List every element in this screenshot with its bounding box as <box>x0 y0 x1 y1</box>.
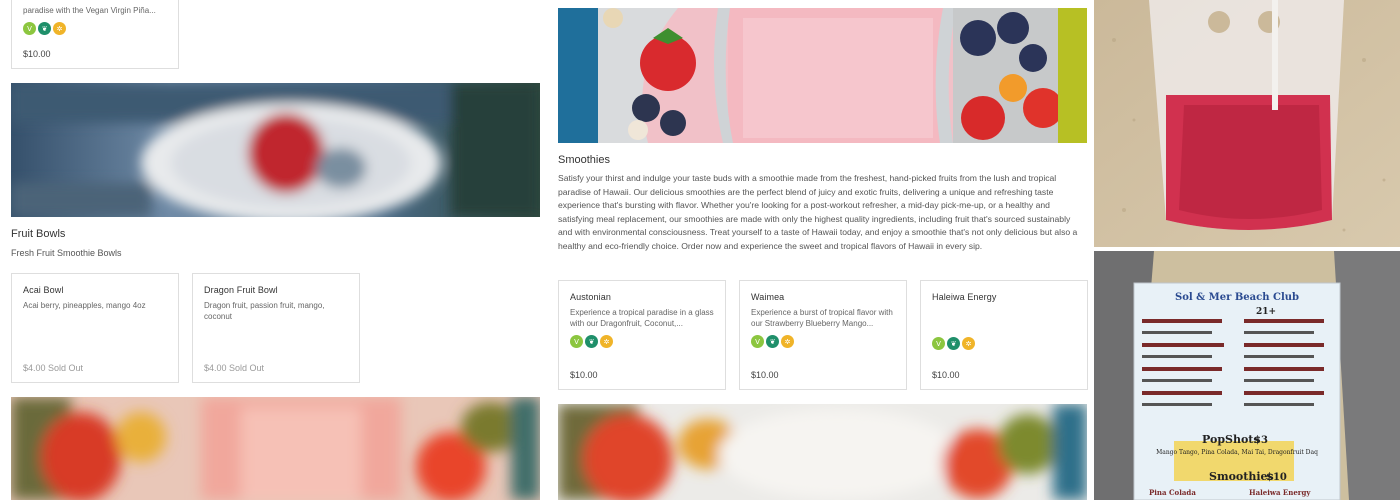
leaf-icon: ❦ <box>947 337 960 350</box>
menu-item-card-acai-bowl[interactable]: Acai Bowl Acai berry, pineapples, mango … <box>11 273 179 383</box>
section-banner-image-bottom-middle <box>558 404 1087 500</box>
menu-item-name: Acai Bowl <box>23 285 64 295</box>
menu-sign-smoothies-price: $10 <box>1266 472 1287 483</box>
menu-item-name: Dragon Fruit Bowl <box>204 285 278 295</box>
diet-badges: V ❦ ✲ <box>932 337 1076 350</box>
menu-item-card-dragon-fruit-bowl[interactable]: Dragon Fruit Bowl Dragon fruit, passion … <box>192 273 360 383</box>
right-column: Sol & Mer Beach Club 21+ PopShots $3 Man… <box>1094 0 1400 500</box>
menu-item-price: $4.00 Sold Out <box>204 363 265 373</box>
menu-item-description: Acai berry, pineapples, mango 4oz <box>23 301 146 310</box>
section-banner-image-bottom-left <box>11 397 540 500</box>
menu-sign-popshots: PopShots <box>1202 433 1260 446</box>
menu-item-name: Haleiwa Energy <box>932 292 997 302</box>
vegan-icon: V <box>570 335 583 348</box>
menu-item-card-top[interactable]: paradise with the Vegan Virgin Piña... V… <box>11 0 179 69</box>
menu-item-description: Experience a tropical paradise in a glas… <box>570 308 714 328</box>
leaf-icon: ❦ <box>766 335 779 348</box>
section-title-fruit-bowls: Fruit Bowls <box>11 228 66 240</box>
smoothie-drink-photo <box>1094 0 1400 247</box>
menu-item-card-haleiwa-energy[interactable]: Haleiwa Energy V ❦ ✲ $10.00 <box>920 280 1088 390</box>
diet-badges: V ❦ ✲ <box>23 22 167 35</box>
gluten-free-icon: ✲ <box>600 335 613 348</box>
menu-item-price: $10.00 <box>23 49 51 59</box>
vegan-icon: V <box>751 335 764 348</box>
menu-sign-smoothies: Smoothies <box>1209 470 1274 483</box>
smoothies-banner-image <box>558 8 1087 143</box>
gluten-free-icon: ✲ <box>962 337 975 350</box>
section-subtitle-fruit-bowls: Fresh Fruit Smoothie Bowls <box>11 248 122 258</box>
menu-item-description: Dragon fruit, passion fruit, mango, coco… <box>204 301 325 321</box>
menu-item-description: paradise with the Vegan Virgin Piña... <box>23 6 156 15</box>
menu-sign-popshots-items: Mango Tango, Pina Colada, Mai Tai, Drago… <box>1156 449 1318 456</box>
section-description-smoothies: Satisfy your thirst and indulge your tas… <box>558 173 1078 251</box>
menu-item-description: Experience a burst of tropical flavor wi… <box>751 308 893 328</box>
menu-sign-photo: Sol & Mer Beach Club 21+ PopShots $3 Man… <box>1094 251 1400 500</box>
menu-sign-title: Sol & Mer Beach Club <box>1175 292 1299 303</box>
menu-sign-item: Pina Colada <box>1149 488 1196 497</box>
menu-sign-item: Haleiwa Energy <box>1249 488 1311 497</box>
menu-item-price: $10.00 <box>570 370 598 380</box>
menu-item-price: $10.00 <box>932 370 960 380</box>
gluten-free-icon: ✲ <box>53 22 66 35</box>
vegan-icon: V <box>23 22 36 35</box>
menu-item-name: Austonian <box>570 292 611 302</box>
menu-item-price: $4.00 Sold Out <box>23 363 84 373</box>
menu-item-price: $10.00 <box>751 370 779 380</box>
menu-item-name: Waimea <box>751 292 785 302</box>
diet-badges: V ❦ ✲ <box>570 335 714 348</box>
vegan-icon: V <box>932 337 945 350</box>
fruit-bowls-banner-image <box>11 83 540 217</box>
menu-item-card-waimea[interactable]: Waimea Experience a burst of tropical fl… <box>739 280 907 390</box>
gluten-free-icon: ✲ <box>781 335 794 348</box>
leaf-icon: ❦ <box>585 335 598 348</box>
menu-item-card-austonian[interactable]: Austonian Experience a tropical paradise… <box>558 280 726 390</box>
section-title-smoothies: Smoothies <box>558 154 610 166</box>
menu-sign-age: 21+ <box>1256 307 1276 317</box>
menu-sign-popshots-price: $3 <box>1254 435 1268 446</box>
diet-badges: V ❦ ✲ <box>751 335 895 348</box>
leaf-icon: ❦ <box>38 22 51 35</box>
